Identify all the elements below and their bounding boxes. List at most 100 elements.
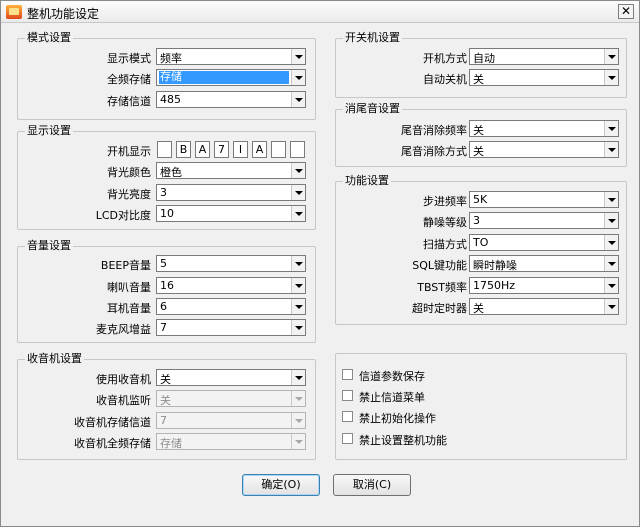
checkbox-box[interactable] xyxy=(342,390,353,401)
tbst-label: TBST频率 xyxy=(417,281,467,294)
display-mode-select[interactable]: 频率 xyxy=(156,48,306,65)
chevron-down-icon[interactable] xyxy=(291,256,305,271)
disable-init-label: 禁止初始化操作 xyxy=(359,412,436,425)
earphone-volume-row: 耳机音量 6 xyxy=(21,298,311,315)
chevron-down-icon[interactable] xyxy=(291,163,305,178)
squelch-label: 静噪等级 xyxy=(423,216,467,229)
chevron-down-icon[interactable] xyxy=(291,320,305,335)
chevron-down-icon[interactable] xyxy=(291,370,305,385)
tail-settings-legend: 消尾音设置 xyxy=(345,102,400,115)
chevron-down-icon[interactable] xyxy=(291,299,305,314)
chevron-down-icon[interactable] xyxy=(291,278,305,293)
disable-device-settings-label: 禁止设置整机功能 xyxy=(359,434,447,447)
ok-button[interactable]: 确定(O) xyxy=(242,474,320,496)
auto-off-value: 关 xyxy=(473,73,484,86)
chevron-down-icon xyxy=(291,391,305,406)
chevron-down-icon[interactable] xyxy=(604,235,618,250)
disable-channel-menu-checkbox[interactable]: 禁止信道菜单 xyxy=(342,389,542,404)
function-settings-legend: 功能设置 xyxy=(345,174,389,187)
beep-volume-select[interactable]: 5 xyxy=(156,255,306,272)
full-band-store-value: 存储 xyxy=(159,71,289,84)
boot-char-4[interactable]: 7 xyxy=(214,141,229,158)
tot-select[interactable]: 关 xyxy=(469,298,619,315)
boot-char-7[interactable] xyxy=(271,141,286,158)
close-button[interactable]: ✕ xyxy=(618,4,634,19)
backlight-brightness-row: 背光亮度 3 xyxy=(21,184,311,201)
mic-gain-select[interactable]: 7 xyxy=(156,319,306,336)
boot-mode-select[interactable]: 自动 xyxy=(469,48,619,65)
tail-freq-row: 尾音消除频率 关 xyxy=(341,120,621,137)
chevron-down-icon[interactable] xyxy=(604,256,618,271)
chevron-down-icon[interactable] xyxy=(604,142,618,157)
boot-char-3[interactable]: A xyxy=(195,141,210,158)
title-bar[interactable]: 整机功能设定 ✕ xyxy=(1,1,639,23)
tbst-select[interactable]: 1750Hz xyxy=(469,277,619,294)
use-radio-select[interactable]: 关 xyxy=(156,369,306,386)
scan-select[interactable]: TO xyxy=(469,234,619,251)
backlight-color-row: 背光颜色 橙色 xyxy=(21,162,311,179)
radio-store-channel-label: 收音机存储信道 xyxy=(74,416,151,429)
chevron-down-icon[interactable] xyxy=(604,49,618,64)
chevron-down-icon[interactable] xyxy=(291,49,305,64)
cancel-button[interactable]: 取消(C) xyxy=(333,474,411,496)
scan-row: 扫描方式 TO xyxy=(341,234,621,251)
disable-device-settings-checkbox[interactable]: 禁止设置整机功能 xyxy=(342,432,542,447)
squelch-value: 3 xyxy=(473,214,480,227)
lcd-contrast-select[interactable]: 10 xyxy=(156,205,306,222)
radio-full-band-row: 收音机全频存储 存储 xyxy=(21,433,311,450)
disable-init-checkbox[interactable]: 禁止初始化操作 xyxy=(342,410,542,425)
store-channel-label: 存储信道 xyxy=(107,95,151,108)
chevron-down-icon[interactable] xyxy=(291,92,305,107)
chevron-down-icon[interactable] xyxy=(291,70,305,85)
backlight-brightness-select[interactable]: 3 xyxy=(156,184,306,201)
tot-row: 超时定时器 关 xyxy=(341,298,621,315)
mic-gain-value: 7 xyxy=(160,321,167,334)
save-channel-params-checkbox[interactable]: 信道参数保存 xyxy=(342,368,542,383)
checkbox-box[interactable] xyxy=(342,433,353,444)
boot-display-row: 开机显示 B A 7 I A xyxy=(21,141,311,158)
app-icon xyxy=(6,5,22,19)
mode-settings-legend: 模式设置 xyxy=(27,31,71,44)
boot-char-6[interactable]: A xyxy=(252,141,267,158)
chevron-down-icon[interactable] xyxy=(604,278,618,293)
boot-char-8[interactable] xyxy=(290,141,305,158)
earphone-volume-select[interactable]: 6 xyxy=(156,298,306,315)
boot-char-5[interactable]: I xyxy=(233,141,248,158)
chevron-down-icon[interactable] xyxy=(604,213,618,228)
store-channel-select[interactable]: 485 xyxy=(156,91,306,108)
chevron-down-icon[interactable] xyxy=(291,185,305,200)
boot-mode-row: 开机方式 自动 xyxy=(341,48,621,65)
speaker-volume-select[interactable]: 16 xyxy=(156,277,306,294)
backlight-color-label: 背光颜色 xyxy=(107,166,151,179)
chevron-down-icon[interactable] xyxy=(604,121,618,136)
chevron-down-icon[interactable] xyxy=(604,70,618,85)
display-mode-value: 频率 xyxy=(160,52,182,65)
boot-char-1[interactable] xyxy=(157,141,172,158)
radio-full-band-select: 存储 xyxy=(156,433,306,450)
backlight-color-value: 橙色 xyxy=(160,166,182,179)
checkbox-box[interactable] xyxy=(342,369,353,380)
step-select[interactable]: 5K xyxy=(469,191,619,208)
full-band-store-select[interactable]: 存储 xyxy=(156,69,306,86)
checkbox-box[interactable] xyxy=(342,411,353,422)
sql-key-select[interactable]: 瞬时静噪 xyxy=(469,255,619,272)
squelch-select[interactable]: 3 xyxy=(469,212,619,229)
volume-settings-legend: 音量设置 xyxy=(27,239,71,252)
full-band-store-row: 全频存储 存储 xyxy=(21,69,311,86)
earphone-volume-value: 6 xyxy=(160,300,167,313)
boot-char-2[interactable]: B xyxy=(176,141,191,158)
radio-store-channel-row: 收音机存储信道 7 xyxy=(21,412,311,429)
radio-monitor-label: 收音机监听 xyxy=(96,394,151,407)
backlight-color-select[interactable]: 橙色 xyxy=(156,162,306,179)
auto-off-select[interactable]: 关 xyxy=(469,69,619,86)
boot-mode-label: 开机方式 xyxy=(423,52,467,65)
auto-off-row: 自动关机 关 xyxy=(341,69,621,86)
display-mode-label: 显示模式 xyxy=(107,52,151,65)
radio-settings-legend: 收音机设置 xyxy=(27,352,82,365)
tail-freq-select[interactable]: 关 xyxy=(469,120,619,137)
tail-mode-select[interactable]: 关 xyxy=(469,141,619,158)
chevron-down-icon[interactable] xyxy=(604,192,618,207)
chevron-down-icon[interactable] xyxy=(604,299,618,314)
chevron-down-icon xyxy=(291,413,305,428)
chevron-down-icon[interactable] xyxy=(291,206,305,221)
